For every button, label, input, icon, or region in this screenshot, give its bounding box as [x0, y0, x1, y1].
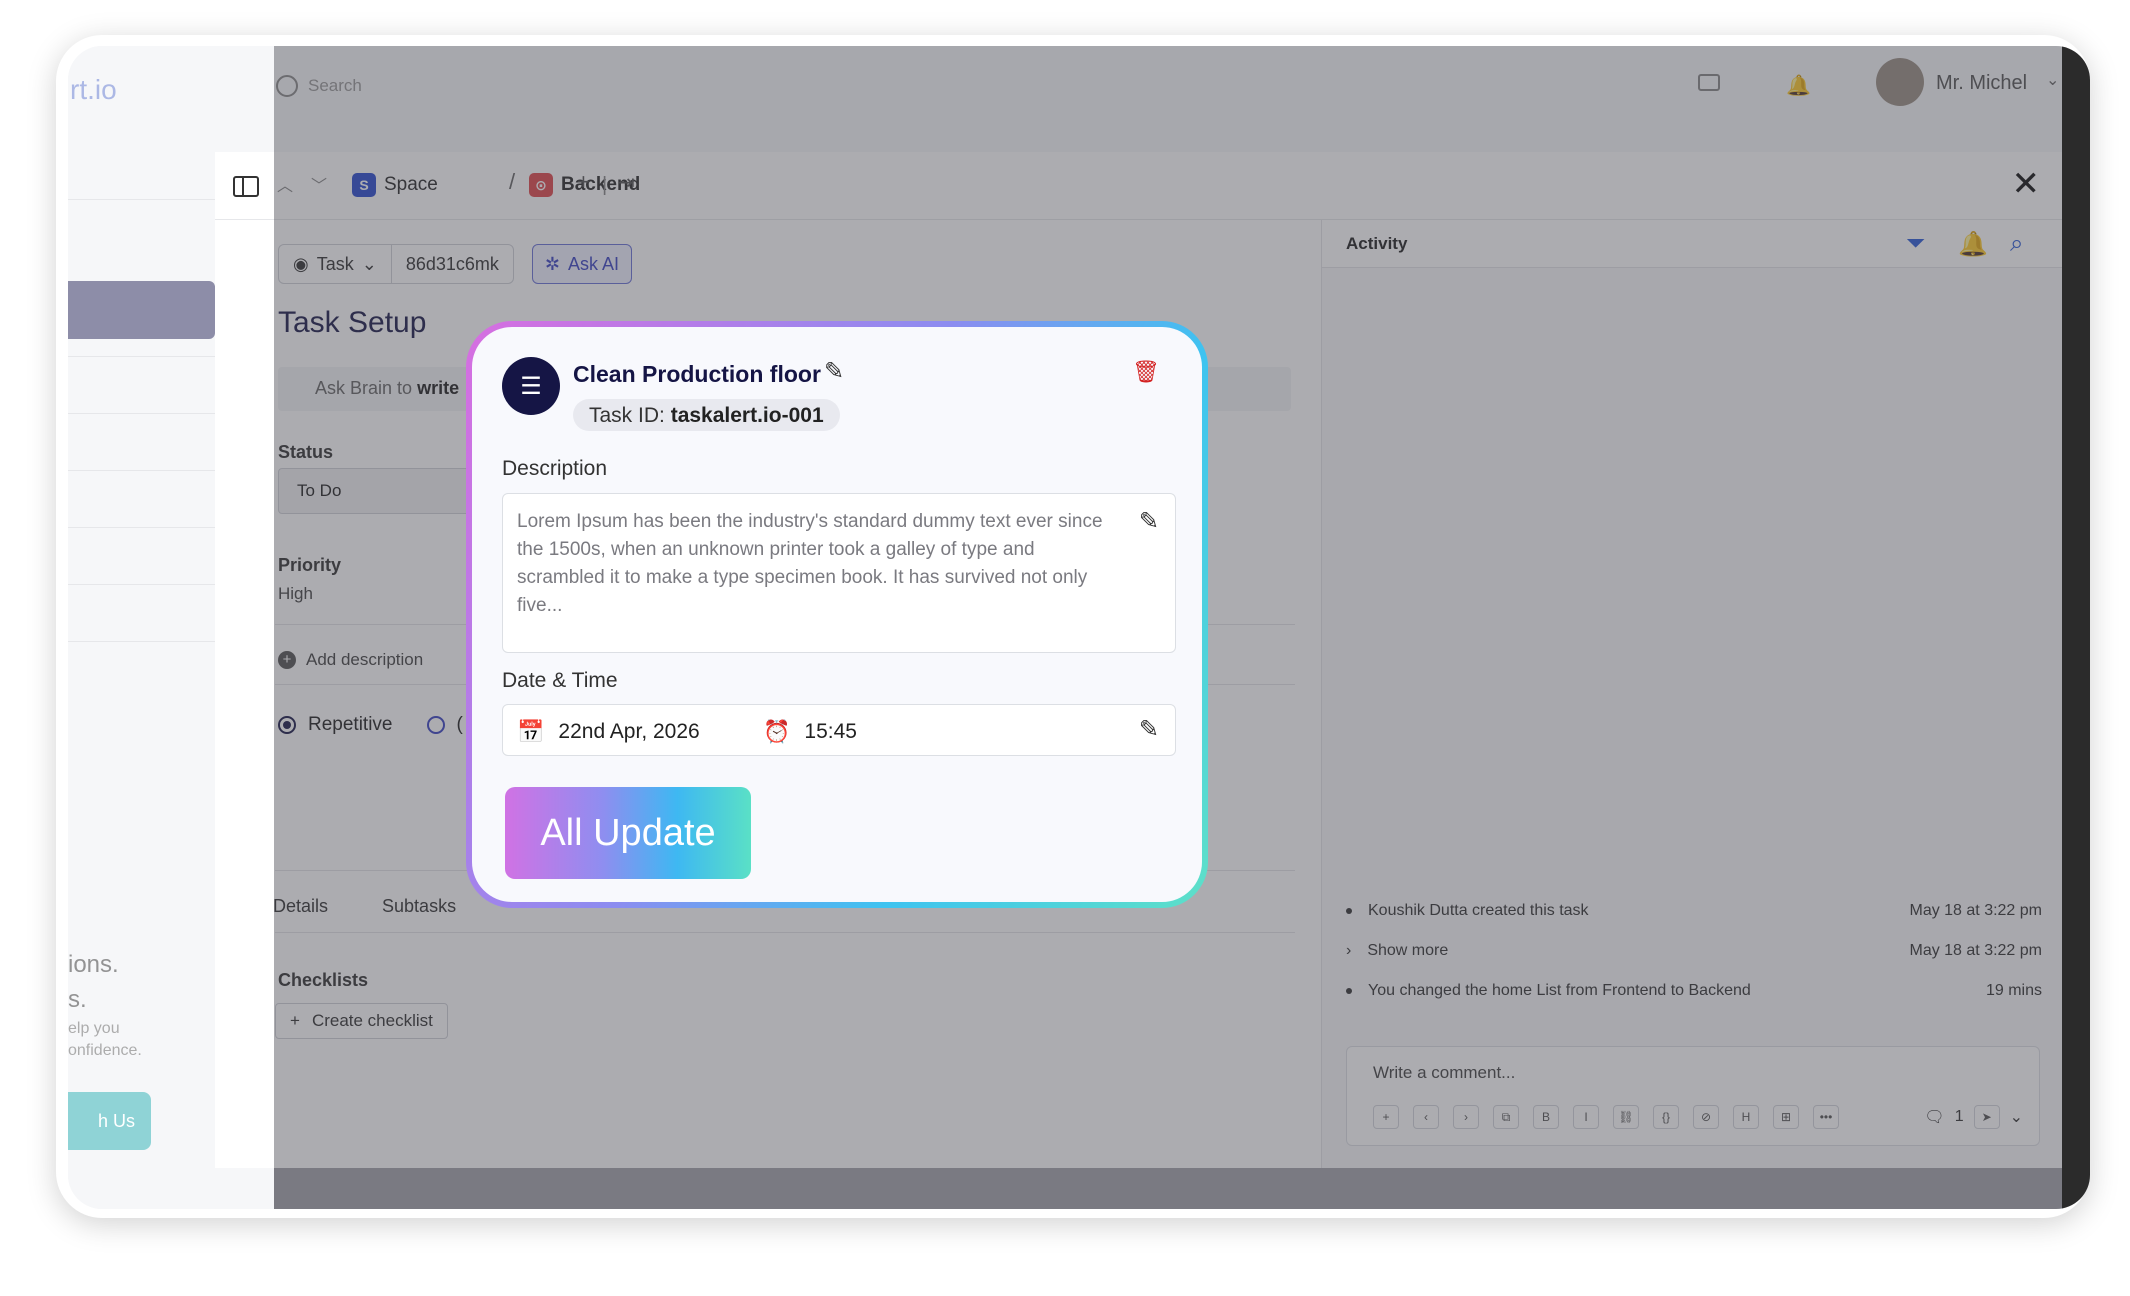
modal-title: Clean Production floor	[573, 361, 821, 387]
promo-button[interactable]: h Us	[68, 1092, 151, 1150]
sidebar-toggle-icon[interactable]	[233, 176, 259, 197]
promo-text-line: elp you	[68, 1020, 120, 1037]
task-id-label: Task ID:	[589, 404, 665, 427]
all-update-button[interactable]: All Update	[505, 787, 751, 879]
task-edit-modal: ☰ Clean Production floor ✎ 🗑 Task ID: ta…	[472, 327, 1202, 902]
datetime-field[interactable]: 📅 22nd Apr, 2026 ⏰ 15:45 ✎	[502, 704, 1176, 756]
overlay	[274, 46, 2062, 152]
task-list-icon: ☰	[502, 357, 560, 415]
edit-description-icon[interactable]: ✎	[1139, 508, 1159, 536]
edit-datetime-icon[interactable]: ✎	[1139, 715, 1159, 744]
time-item[interactable]: ⏰ 15:45	[763, 719, 857, 745]
overlay	[274, 1168, 2062, 1209]
sidebar-item-active[interactable]	[68, 281, 215, 339]
app-logo: rt.io	[70, 74, 117, 105]
alarm-clock-icon: ⏰	[763, 719, 791, 744]
description-text: Lorem Ipsum has been the industry's stan…	[517, 511, 1103, 616]
task-id-value: taskalert.io-001	[670, 404, 824, 427]
edit-title-icon[interactable]: ✎	[824, 357, 844, 386]
date-item[interactable]: 📅 22nd Apr, 2026	[517, 719, 700, 745]
calendar-icon: 📅	[517, 719, 545, 744]
datetime-label: Date & Time	[502, 669, 618, 692]
task-id-badge: Task ID: taskalert.io-001	[573, 399, 840, 431]
description-label: Description	[502, 457, 608, 480]
description-field[interactable]: Lorem Ipsum has been the industry's stan…	[502, 493, 1176, 653]
promo-text: elp you onfidence.	[68, 1018, 142, 1062]
date-value: 22nd Apr, 2026	[558, 720, 700, 743]
trash-icon[interactable]: 🗑	[1132, 359, 1160, 385]
promo-subtitle: s.	[68, 986, 87, 1013]
device-edge	[2062, 46, 2090, 1209]
time-value: 15:45	[804, 720, 857, 743]
promo-title: ions.	[68, 951, 119, 978]
promo-text-line: onfidence.	[68, 1042, 142, 1059]
